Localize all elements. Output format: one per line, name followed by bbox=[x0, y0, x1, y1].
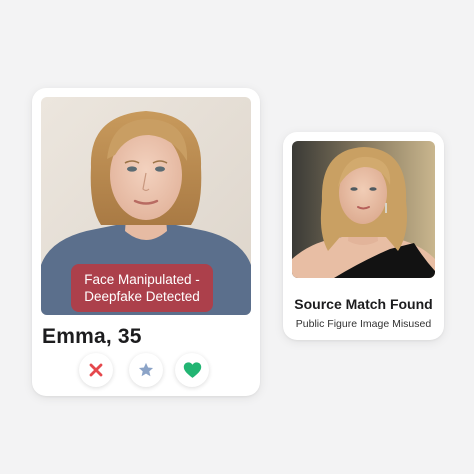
profile-card[interactable]: Face Manipulated - Deepfake Detected Emm… bbox=[32, 88, 260, 396]
like-button[interactable] bbox=[175, 353, 209, 387]
alert-line-1: Face Manipulated - bbox=[84, 272, 200, 287]
match-subtitle: Public Figure Image Misused bbox=[295, 318, 432, 330]
alert-line-2: Deepfake Detected bbox=[84, 289, 200, 304]
source-match-card[interactable]: Source Match Found Public Figure Image M… bbox=[283, 132, 444, 340]
heart-icon bbox=[183, 362, 201, 378]
superlike-button[interactable] bbox=[129, 353, 163, 387]
profile-name: Emma, 35 bbox=[42, 325, 142, 348]
match-title: Source Match Found bbox=[294, 296, 433, 312]
x-icon bbox=[89, 363, 103, 377]
star-icon bbox=[138, 362, 154, 377]
deepfake-alert-badge: Face Manipulated - Deepfake Detected bbox=[71, 264, 213, 312]
source-photo bbox=[292, 141, 435, 278]
dislike-button[interactable] bbox=[79, 353, 113, 387]
